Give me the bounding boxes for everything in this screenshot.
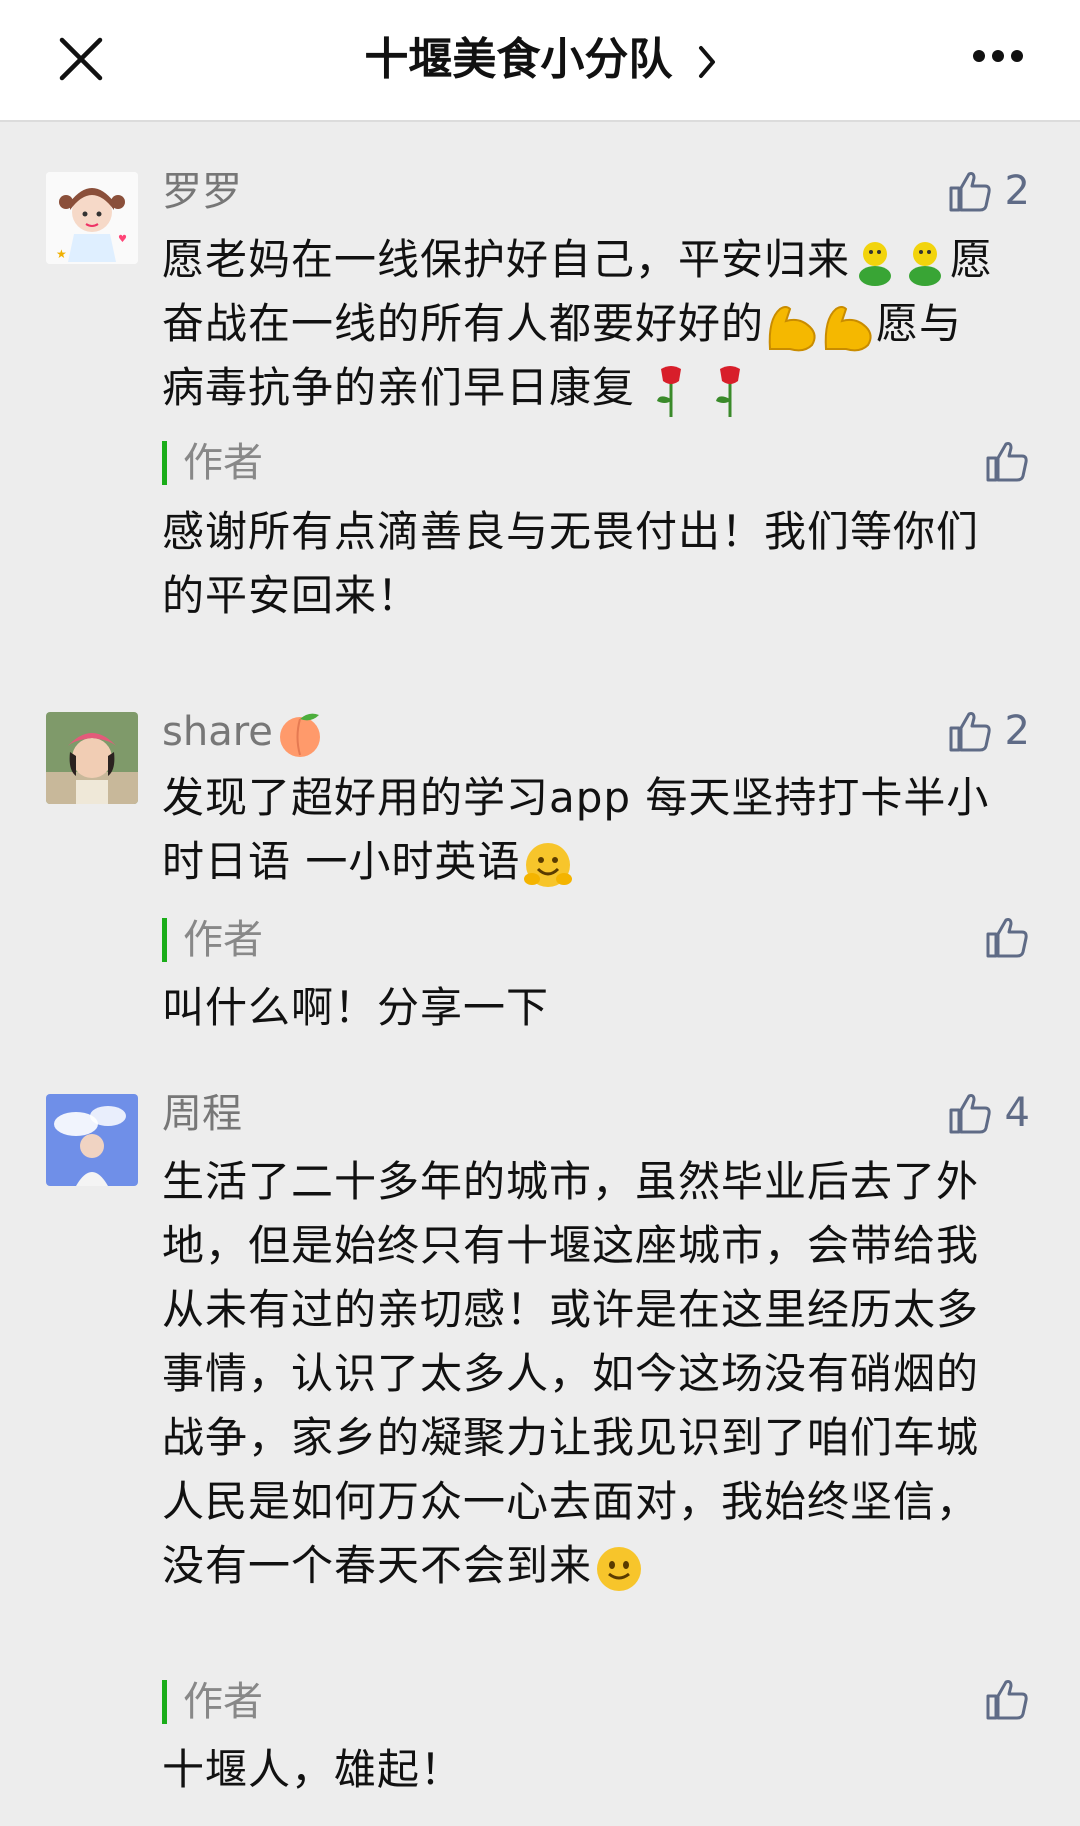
avatar-image (46, 1094, 138, 1186)
avatar-image: ★ ♥ (46, 172, 138, 264)
nickname[interactable]: share (162, 704, 327, 760)
comment-text: 愿老妈在一线保护好自己，平安归来 愿奋战在一线的所有人都要好好的 愿与病毒抗争的亲们… (162, 228, 1002, 420)
green-person-emoji-icon (859, 241, 892, 286)
nav-bar: 十堰美食小分队 (0, 0, 1080, 122)
avatar-image (46, 712, 138, 804)
author-reply-text: 十堰人，雄起！ (162, 1745, 464, 1794)
thumbs-up-icon[interactable] (984, 438, 1030, 484)
author-reply-text: 叫什么啊！分享一下 (162, 983, 550, 1032)
page-title-text: 十堰美食小分队 (364, 34, 673, 85)
avatar[interactable]: ★ ♥ (46, 172, 138, 264)
avatar[interactable] (46, 1094, 138, 1186)
nickname[interactable]: 周程 (162, 1086, 242, 1142)
flexed-biceps-emoji-icon (768, 305, 816, 351)
rose-emoji-icon (715, 365, 740, 417)
comment-text: 发现了超好用的学习app 每天坚持打卡半小时日语 一小时英语 (162, 766, 992, 894)
comment-text: 生活了二十多年的城市，虽然毕业后去了外地，但是始终只有十堰这座城市，会带给我从未… (162, 1150, 992, 1598)
flexed-biceps-emoji-icon (824, 305, 872, 351)
svg-text:♥: ♥ (118, 234, 127, 245)
thumbs-up-icon (949, 1094, 991, 1134)
author-reply-text: 感谢所有点滴善良与无畏付出！我们等你们的平安回来！ (162, 507, 980, 620)
like-button[interactable]: 2 (947, 166, 1030, 216)
avatar[interactable] (46, 712, 138, 804)
more-icon[interactable] (972, 48, 1024, 64)
like-count: 4 (1004, 1090, 1030, 1136)
thumbs-up-icon[interactable] (984, 1676, 1030, 1722)
thumbs-up-icon (949, 712, 991, 752)
thumbs-up-icon[interactable] (984, 914, 1030, 960)
author-reply-label: 作者 (162, 1680, 263, 1724)
nickname[interactable]: 罗罗 (162, 164, 242, 220)
like-button[interactable]: 2 (947, 706, 1030, 756)
smiling-face-emoji-icon (597, 1546, 642, 1591)
peach-emoji-icon (279, 713, 320, 757)
like-count: 2 (1004, 168, 1030, 214)
chevron-right-icon (698, 46, 715, 78)
svg-text:★: ★ (56, 247, 67, 261)
author-reply-label: 作者 (162, 441, 263, 485)
green-person-emoji-icon (909, 241, 942, 286)
hugging-face-emoji-icon (524, 842, 573, 887)
author-reply-label: 作者 (162, 918, 263, 962)
like-button[interactable]: 4 (947, 1088, 1030, 1138)
like-count: 2 (1004, 708, 1030, 754)
page-title[interactable]: 十堰美食小分队 (0, 28, 1080, 92)
thumbs-up-icon (949, 172, 991, 212)
rose-emoji-icon (657, 365, 682, 417)
